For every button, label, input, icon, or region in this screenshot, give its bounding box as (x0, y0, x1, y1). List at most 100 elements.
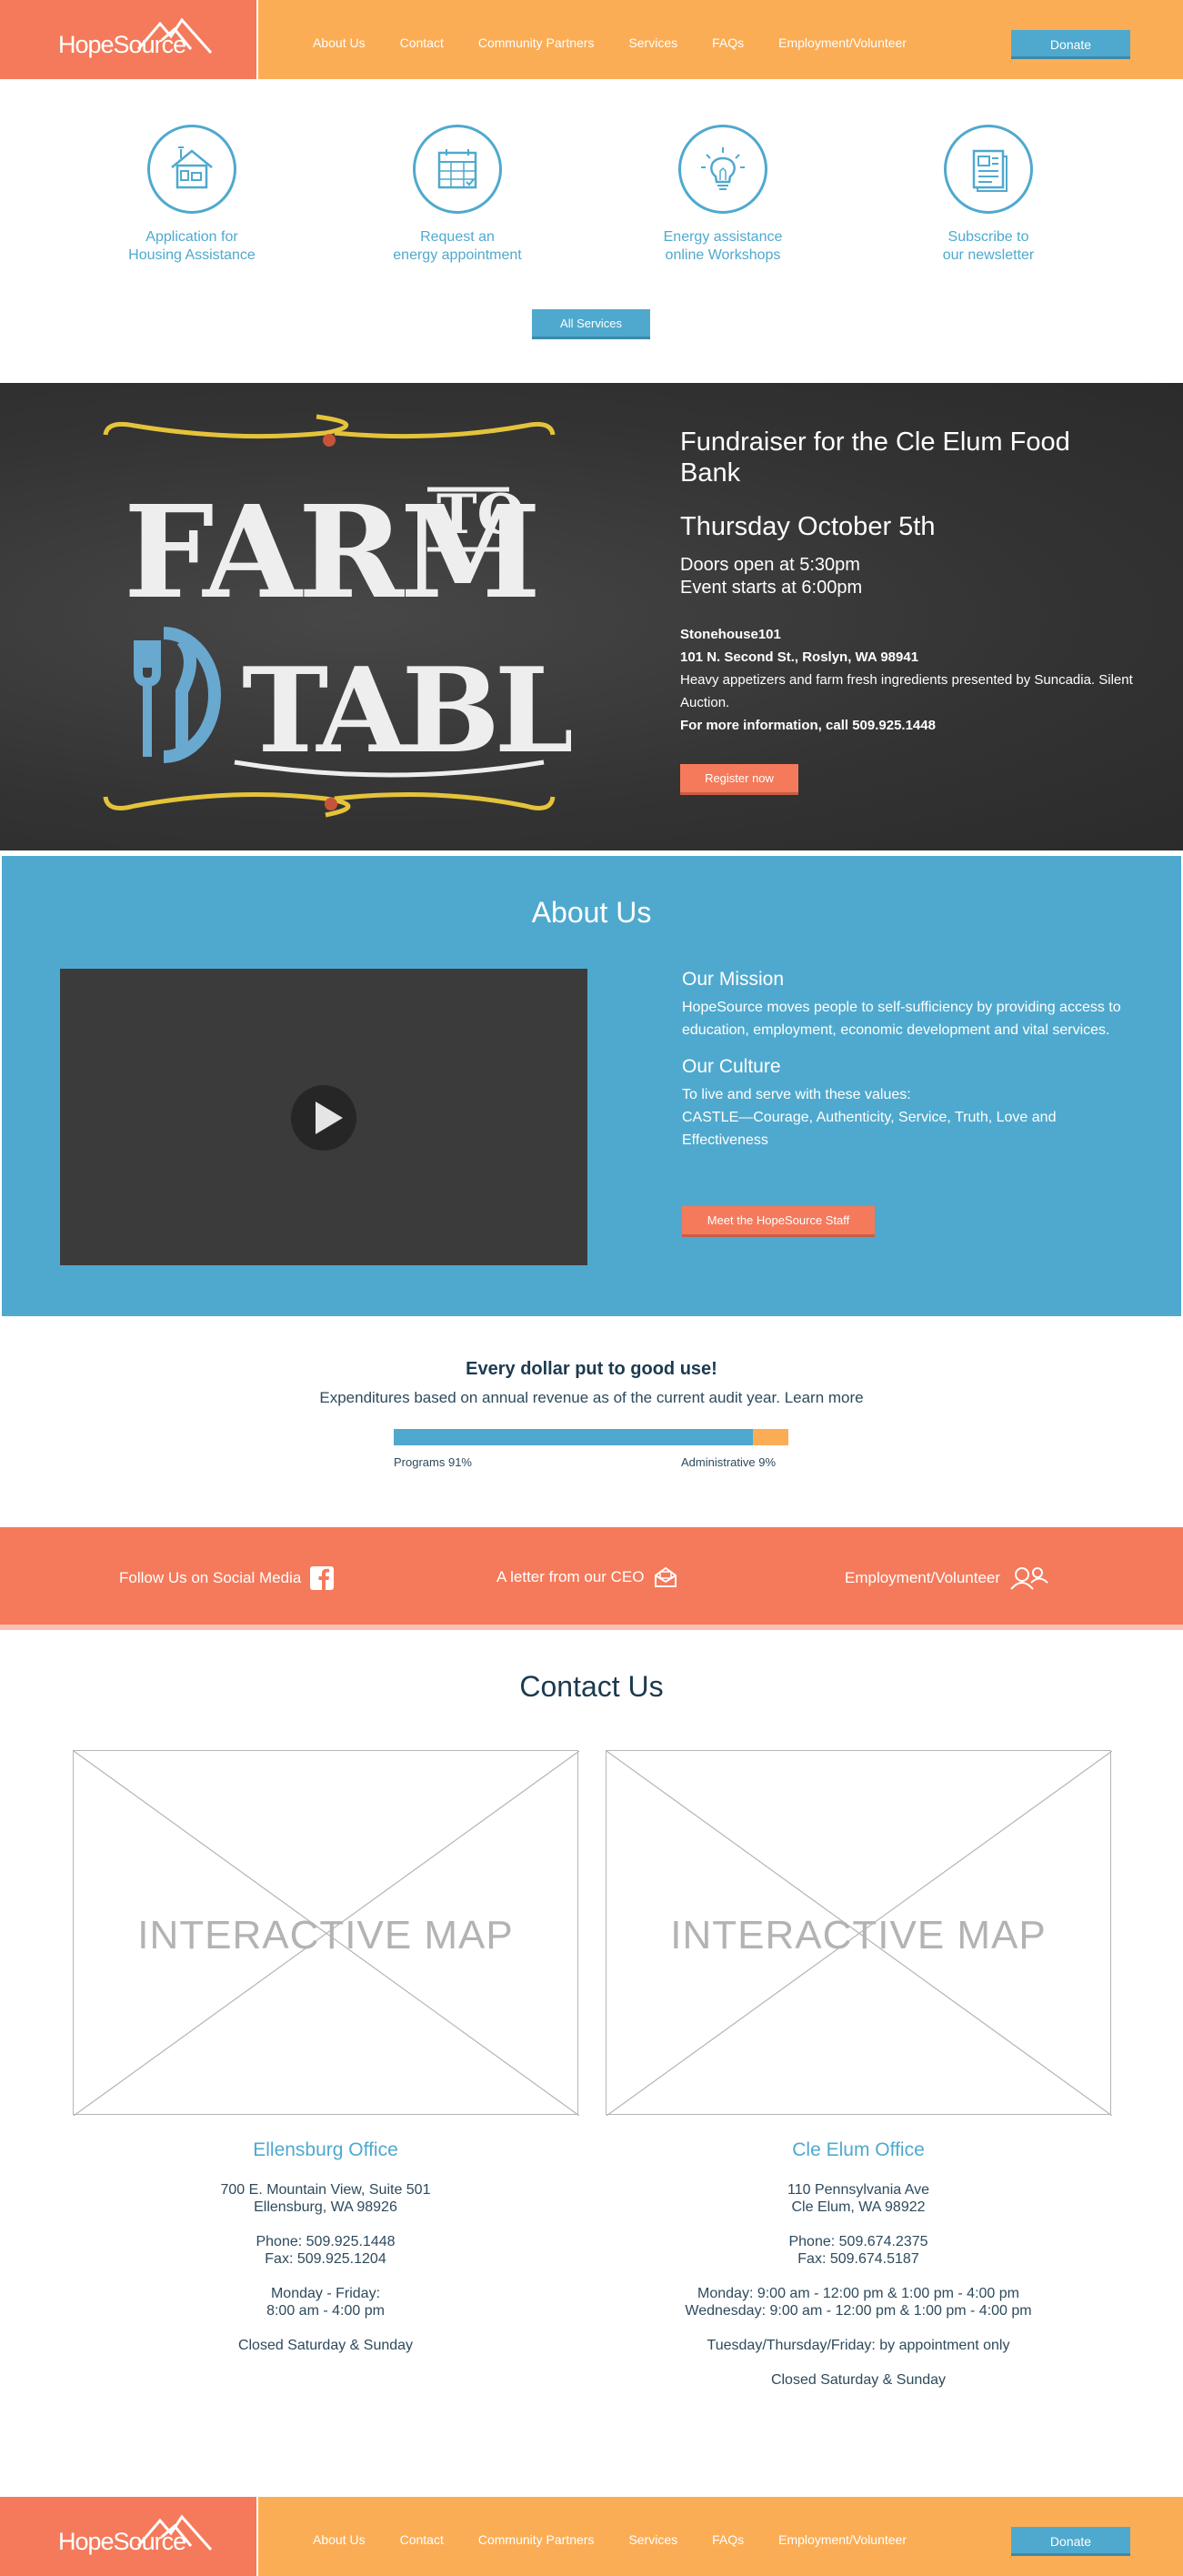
office-hours-days: Monday - Friday: (270, 2286, 381, 2301)
play-icon[interactable] (291, 1085, 356, 1151)
facebook-icon (310, 1566, 335, 1590)
learn-more-link[interactable]: Learn more (785, 1389, 864, 1406)
nav-contact[interactable]: Contact (400, 2532, 444, 2547)
service-label: Subscribe to our newsletter (942, 229, 1035, 263)
cle-elum-office: Cle Elum Office 110 Pennsylvania Ave Cle… (622, 2139, 1095, 2406)
event-times: Doors open at 5:30pm Event starts at 6:0… (680, 554, 862, 599)
calendar-icon (437, 149, 477, 189)
services-section: Application for Housing Assistance Reque… (0, 79, 1183, 383)
contact-section: Contact Us INTERACTIVE MAP INTERACTIVE M… (0, 1630, 1183, 2497)
mountain-logo-icon (136, 2514, 213, 2551)
logo[interactable]: HopeSource (0, 0, 256, 79)
administrative-label: Administrative 9% (681, 1455, 777, 1469)
service-housing-assistance[interactable]: Application for Housing Assistance (101, 125, 283, 265)
expenditure-bar (394, 1429, 788, 1445)
event-date: Thursday October 5th (680, 512, 936, 541)
employment-volunteer-link[interactable]: Employment/Volunteer (845, 1566, 1049, 1590)
employment-volunteer-label: Employment/Volunteer (845, 1569, 1001, 1586)
about-text: Our Mission HopeSource moves people to s… (682, 969, 1128, 1166)
service-icon-circle (678, 125, 767, 214)
ceo-letter-link[interactable]: A letter from our CEO (496, 1566, 677, 1588)
culture-values: CASTLE—Courage, Authenticity, Service, T… (682, 1110, 1057, 1148)
lightbulb-icon (701, 147, 745, 190)
expenditures-heading: Every dollar put to good use! (466, 1359, 717, 1379)
service-label: Request an energy appointment (393, 229, 522, 263)
footer-nav: About Us Contact Community Partners Serv… (313, 2532, 941, 2547)
nav-community-partners[interactable]: Community Partners (478, 2532, 595, 2547)
nav-contact[interactable]: Contact (400, 35, 444, 50)
culture-intro: To live and serve with these values: (682, 1087, 911, 1102)
nav-about-us[interactable]: About Us (313, 35, 366, 50)
about-video[interactable] (60, 969, 587, 1265)
service-icon-circle (147, 125, 236, 214)
expenditures-subtitle-text: Expenditures based on annual revenue as … (319, 1389, 780, 1406)
nav-community-partners[interactable]: Community Partners (478, 35, 595, 50)
office-closed: Closed Saturday & Sunday (770, 2372, 947, 2388)
people-icon (1010, 1567, 1048, 1590)
service-icon-circle (944, 125, 1033, 214)
mountain-logo-icon (136, 17, 213, 54)
programs-bar-fill (394, 1429, 753, 1445)
office-name: Cle Elum Office (792, 2139, 925, 2160)
follow-social-link[interactable]: Follow Us on Social Media (119, 1566, 335, 1590)
cle-elum-map[interactable]: INTERACTIVE MAP (606, 1750, 1112, 2116)
meet-staff-button[interactable]: Meet the HopeSource Staff (682, 1206, 875, 1237)
event-info-phone: For more information, call 509.925.1448 (680, 718, 936, 733)
office-address-line1: 700 E. Mountain View, Suite 501 (220, 2182, 431, 2198)
map-label: INTERACTIVE MAP (670, 1913, 1047, 1957)
office-fax: Fax: 509.674.5187 (797, 2251, 919, 2267)
service-energy-appointment[interactable]: Request an energy appointment (366, 125, 548, 265)
programs-label: Programs 91% (394, 1455, 472, 1469)
service-newsletter[interactable]: Subscribe to our newsletter (897, 125, 1079, 265)
house-icon (171, 146, 213, 189)
mission-text: HopeSource moves people to self-sufficie… (682, 1000, 1121, 1038)
office-phone-fax: Phone: 509.925.1448 Fax: 509.925.1204 (89, 2233, 562, 2268)
donate-button[interactable]: Donate (1011, 2527, 1130, 2556)
nav-employment-volunteer[interactable]: Employment/Volunteer (778, 2532, 907, 2547)
nav-bar: About Us Contact Community Partners Serv… (256, 2497, 1183, 2576)
all-services-button[interactable]: All Services (532, 309, 650, 339)
farm-to-table-artwork: FARM TO TABLE (103, 414, 571, 818)
donate-button[interactable]: Donate (1011, 30, 1130, 59)
event-doors-open: Doors open at 5:30pm (680, 555, 860, 575)
social-band: Follow Us on Social Media A letter from … (0, 1527, 1183, 1630)
nav-services[interactable]: Services (628, 35, 677, 50)
culture-title: Our Culture (682, 1056, 781, 1077)
envelope-icon (654, 1566, 677, 1587)
newsletter-icon (972, 149, 1008, 192)
office-phone[interactable]: Phone: 509.674.2375 (788, 2234, 927, 2249)
office-address: 700 E. Mountain View, Suite 501 Ellensbu… (89, 2181, 562, 2216)
expenditures-subtitle: Expenditures based on annual revenue as … (0, 1389, 1183, 1407)
office-hours-wednesday: Wednesday: 9:00 am - 12:00 pm & 1:00 pm … (685, 2303, 1032, 2319)
office-address-line1: 110 Pennsylvania Ave (787, 2182, 929, 2198)
office-hours-monday: Monday: 9:00 am - 12:00 pm & 1:00 pm - 4… (697, 2286, 1019, 2301)
map-label: INTERACTIVE MAP (137, 1913, 514, 1957)
office-address: 110 Pennsylvania Ave Cle Elum, WA 98922 (622, 2181, 1095, 2216)
ceo-letter-label: A letter from our CEO (496, 1568, 645, 1585)
nav-services[interactable]: Services (628, 2532, 677, 2547)
event-start-time: Event starts at 6:00pm (680, 578, 863, 598)
office-appointment: Tuesday/Thursday/Friday: by appointment … (707, 2338, 1010, 2353)
follow-social-label: Follow Us on Social Media (119, 1569, 302, 1586)
nav-employment-volunteer[interactable]: Employment/Volunteer (778, 35, 907, 50)
ellensburg-map[interactable]: INTERACTIVE MAP (73, 1750, 579, 2116)
contact-heading: Contact Us (519, 1670, 664, 1703)
office-fax: Fax: 509.925.1204 (265, 2251, 386, 2267)
logo[interactable]: HopeSource (0, 2497, 256, 2576)
event-details: Stonehouse101 101 N. Second St., Roslyn,… (680, 623, 1135, 737)
nav-about-us[interactable]: About Us (313, 2532, 366, 2547)
office-address-line2: Cle Elum, WA 98922 (791, 2199, 926, 2215)
nav-faqs[interactable]: FAQs (712, 2532, 744, 2547)
mission-title: Our Mission (682, 969, 785, 990)
site-header: HopeSource About Us Contact Community Pa… (0, 0, 1183, 79)
register-now-button[interactable]: Register now (680, 764, 798, 795)
nav-bar: About Us Contact Community Partners Serv… (256, 0, 1183, 79)
about-section: About Us Our Mission HopeSource moves pe… (0, 854, 1183, 1318)
service-energy-workshops[interactable]: Energy assistance online Workshops (632, 125, 814, 265)
event-title: Fundraiser for the Cle Elum Food Bank (680, 428, 1070, 488)
office-name: Ellensburg Office (253, 2139, 398, 2160)
office-phone[interactable]: Phone: 509.925.1448 (256, 2234, 395, 2249)
main-nav: About Us Contact Community Partners Serv… (313, 35, 941, 50)
nav-faqs[interactable]: FAQs (712, 35, 744, 50)
event-venue: Stonehouse101 (680, 627, 781, 642)
